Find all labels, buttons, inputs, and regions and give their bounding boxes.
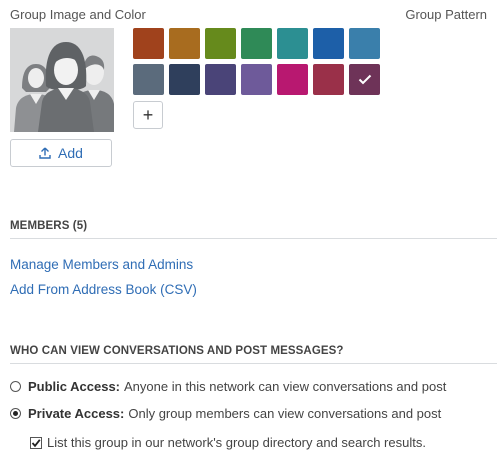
private-access-description: Only group members can view conversation…	[128, 406, 442, 421]
color-swatch[interactable]	[169, 64, 200, 95]
members-divider	[10, 238, 497, 239]
color-swatch[interactable]	[133, 64, 164, 95]
color-swatch[interactable]	[349, 64, 380, 95]
people-silhouette-icon	[10, 28, 114, 132]
color-swatch[interactable]	[349, 28, 380, 59]
add-color-button[interactable]: +	[133, 101, 163, 129]
color-swatch[interactable]	[277, 28, 308, 59]
color-swatch[interactable]	[241, 64, 272, 95]
color-swatch[interactable]	[241, 28, 272, 59]
checkmark-icon	[31, 438, 41, 447]
color-swatch[interactable]	[277, 64, 308, 95]
private-access-radio[interactable]	[10, 408, 21, 419]
list-in-directory-option[interactable]: List this group in our network's group d…	[30, 435, 426, 450]
list-in-directory-checkbox[interactable]	[30, 436, 42, 449]
private-access-label: Private Access:	[28, 406, 125, 421]
access-heading: WHO CAN VIEW CONVERSATIONS AND POST MESS…	[10, 345, 344, 357]
public-access-option[interactable]: Public Access: Anyone in this network ca…	[10, 379, 446, 394]
checkmark-icon	[358, 74, 371, 85]
group-image-and-color-label: Group Image and Color	[10, 7, 146, 22]
plus-icon: +	[142, 104, 154, 125]
upload-icon	[39, 147, 51, 159]
add-from-address-book-link[interactable]: Add From Address Book (CSV)	[10, 282, 197, 297]
public-access-label: Public Access:	[28, 379, 121, 394]
add-image-label: Add	[58, 145, 83, 161]
public-access-description: Anyone in this network can view conversa…	[124, 379, 447, 394]
group-image-placeholder[interactable]	[10, 28, 114, 132]
group-pattern-label: Group Pattern	[405, 7, 487, 22]
color-swatch[interactable]	[205, 28, 236, 59]
add-image-button[interactable]: Add	[10, 139, 112, 167]
private-access-option[interactable]: Private Access: Only group members can v…	[10, 406, 441, 421]
color-swatch[interactable]	[169, 28, 200, 59]
members-heading: MEMBERS (5)	[10, 220, 88, 232]
manage-members-link[interactable]: Manage Members and Admins	[10, 257, 193, 272]
color-swatch[interactable]	[133, 28, 164, 59]
list-in-directory-label: List this group in our network's group d…	[47, 435, 426, 450]
access-divider	[10, 363, 497, 364]
color-swatch[interactable]	[313, 64, 344, 95]
color-swatch[interactable]	[205, 64, 236, 95]
public-access-radio[interactable]	[10, 381, 21, 392]
color-swatch[interactable]	[313, 28, 344, 59]
